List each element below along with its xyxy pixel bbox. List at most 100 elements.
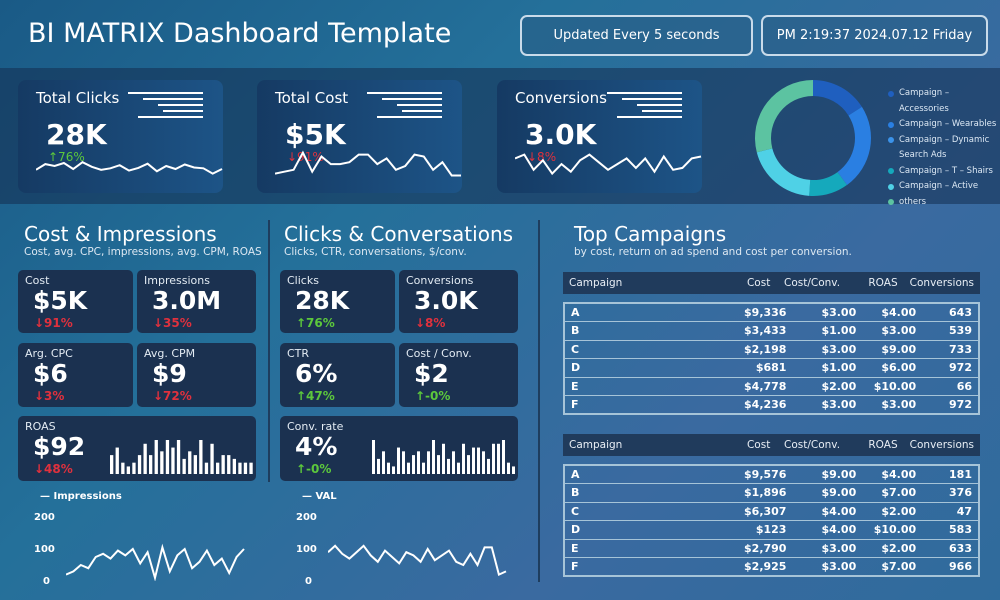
bar-sparkline	[372, 440, 515, 474]
line-legend: — Impressions	[40, 491, 122, 502]
table-cell: $2,198	[712, 340, 793, 359]
legend-item[interactable]: Campaign – Accessories	[888, 86, 999, 117]
metric-value: 28K	[295, 286, 350, 315]
kpi-card[interactable]: Total Cost $5K ↓91%	[257, 80, 462, 193]
table-row[interactable]: D $123 $4.00 $10.00 583	[564, 520, 979, 540]
donut-slice[interactable]	[837, 106, 872, 185]
kpi-card[interactable]: Conversions 3.0K ↓8%	[497, 80, 702, 193]
metric-card[interactable]: Conv. rate 4% ↑-0%	[280, 416, 518, 481]
table-row[interactable]: D $681 $1.00 $6.00 972	[564, 358, 979, 378]
bar	[487, 458, 490, 474]
metric-card[interactable]: Clicks 28K ↑76%	[280, 270, 395, 333]
table-cell: 66	[922, 377, 979, 396]
legend-label: Campaign – T – Shairs	[899, 165, 993, 176]
donut-legend: Campaign – Accessories Campaign – Wearabl…	[888, 86, 999, 210]
table-row[interactable]: C $2,198 $3.00 $9.00 733	[564, 340, 979, 359]
table-row[interactable]: E $4,778 $2.00 $10.00 66	[564, 377, 979, 396]
metric-card[interactable]: Impressions 3.0M ↓35%	[137, 270, 256, 333]
column-header[interactable]: Conversions	[904, 272, 980, 294]
metric-change: ↓91%	[34, 316, 73, 330]
table-header: Campaign Cost Cost/Conv. ROAS Conversions	[563, 434, 980, 456]
bar	[115, 447, 119, 474]
donut-slice[interactable]	[813, 80, 862, 116]
metric-value: $5K	[33, 286, 88, 315]
metric-card[interactable]: ROAS $92 ↓48%	[18, 416, 256, 481]
legend-item[interactable]: others	[888, 195, 999, 211]
bar	[132, 462, 136, 474]
table-row[interactable]: A $9,576 $9.00 $4.00 181	[564, 465, 979, 484]
table-row[interactable]: E $2,790 $3.00 $2.00 633	[564, 539, 979, 558]
legend-line-icon: —	[302, 491, 316, 502]
bar	[462, 443, 465, 474]
update-interval-button[interactable]: Updated Every 5 seconds	[520, 15, 753, 56]
legend-item[interactable]: Campaign – T – Shairs	[888, 164, 999, 180]
table-row[interactable]: F $2,925 $3.00 $7.00 966	[564, 557, 979, 577]
column-header[interactable]: Cost/Conv.	[776, 272, 846, 294]
legend-item[interactable]: Campaign – Wearables	[888, 117, 999, 133]
legend-item[interactable]: Campaign – Active	[888, 179, 999, 195]
column-header[interactable]: ROAS	[846, 434, 904, 456]
table-row[interactable]: B $1,896 $9.00 $7.00 376	[564, 483, 979, 503]
bar	[407, 462, 410, 474]
table-cell: F	[564, 557, 713, 577]
legend-label: Campaign – Active	[899, 181, 979, 191]
donut-slice[interactable]	[756, 148, 811, 196]
table-cell: $3.00	[792, 340, 863, 359]
column-header[interactable]: Campaign	[563, 272, 702, 294]
table-cell: D	[564, 358, 713, 378]
metric-card[interactable]: Cost $5K ↓91%	[18, 270, 133, 333]
kpi-label: Total Cost	[275, 89, 349, 107]
metric-card[interactable]: Cost / Conv. $2 ↑-0%	[399, 343, 518, 407]
bar	[412, 455, 415, 474]
bar	[497, 443, 500, 474]
table-cell: $3.00	[862, 321, 923, 341]
table-row[interactable]: F $4,236 $3.00 $3.00 972	[564, 395, 979, 415]
section-title: Cost & Impressions	[24, 222, 217, 246]
bar	[199, 440, 203, 474]
legend-dot-icon	[888, 121, 894, 128]
table-cell: 583	[922, 520, 979, 540]
metric-value: 3.0K	[414, 286, 478, 315]
column-header[interactable]: ROAS	[846, 272, 904, 294]
legend-label: Impressions	[53, 491, 122, 502]
metric-value: $6	[33, 359, 68, 388]
column-header[interactable]: Campaign	[563, 434, 702, 456]
metric-change: ↑-0%	[296, 462, 332, 476]
table-cell: $2,925	[712, 557, 793, 577]
bar	[492, 443, 495, 474]
legend-label: Campaign – Wearables	[899, 119, 997, 129]
table-cell: 181	[922, 465, 979, 484]
column-header[interactable]: Cost	[702, 272, 776, 294]
metric-card[interactable]: Conversions 3.0K ↓8%	[399, 270, 518, 333]
sparkline-series	[275, 150, 461, 177]
bar	[193, 455, 197, 474]
table-row[interactable]: B $3,433 $1.00 $3.00 539	[564, 321, 979, 341]
bar	[467, 455, 470, 474]
bar	[447, 458, 450, 474]
bar	[249, 462, 253, 474]
column-header[interactable]: Conversions	[904, 434, 980, 456]
table-cell: $4.00	[792, 502, 863, 521]
column-header[interactable]: Cost/Conv.	[776, 434, 846, 456]
bar	[137, 455, 142, 474]
table-row[interactable]: A $9,336 $3.00 $4.00 643	[564, 303, 979, 322]
table-row[interactable]: C $6,307 $4.00 $2.00 47	[564, 502, 979, 521]
donut-slice[interactable]	[755, 80, 813, 153]
kpi-card[interactable]: Total Clicks 28K ↑76%	[18, 80, 223, 193]
metric-card[interactable]: Avg. CPM $9 ↓72%	[137, 343, 256, 407]
campaign-table: A $9,336 $3.00 $4.00 643 B $3,433 $1.00 $3.00 539…	[563, 302, 980, 415]
line-chart	[66, 543, 245, 581]
legend-line-icon: —	[40, 491, 54, 502]
metric-change: ↑76%	[296, 316, 335, 330]
y-tick-label: 200	[296, 512, 317, 523]
table-cell: $4,236	[712, 395, 793, 415]
bar	[507, 462, 510, 474]
column-header[interactable]: Cost	[702, 434, 776, 456]
legend-item[interactable]: Campaign – Dynamic Search Ads	[888, 133, 999, 164]
metric-card[interactable]: Arg. CPC $6 ↓3%	[18, 343, 133, 407]
line-chart	[328, 544, 507, 576]
bar	[422, 462, 425, 474]
metric-card[interactable]: CTR 6% ↑47%	[280, 343, 395, 407]
table-cell: $7.00	[862, 557, 923, 577]
table-cell: A	[564, 465, 713, 484]
